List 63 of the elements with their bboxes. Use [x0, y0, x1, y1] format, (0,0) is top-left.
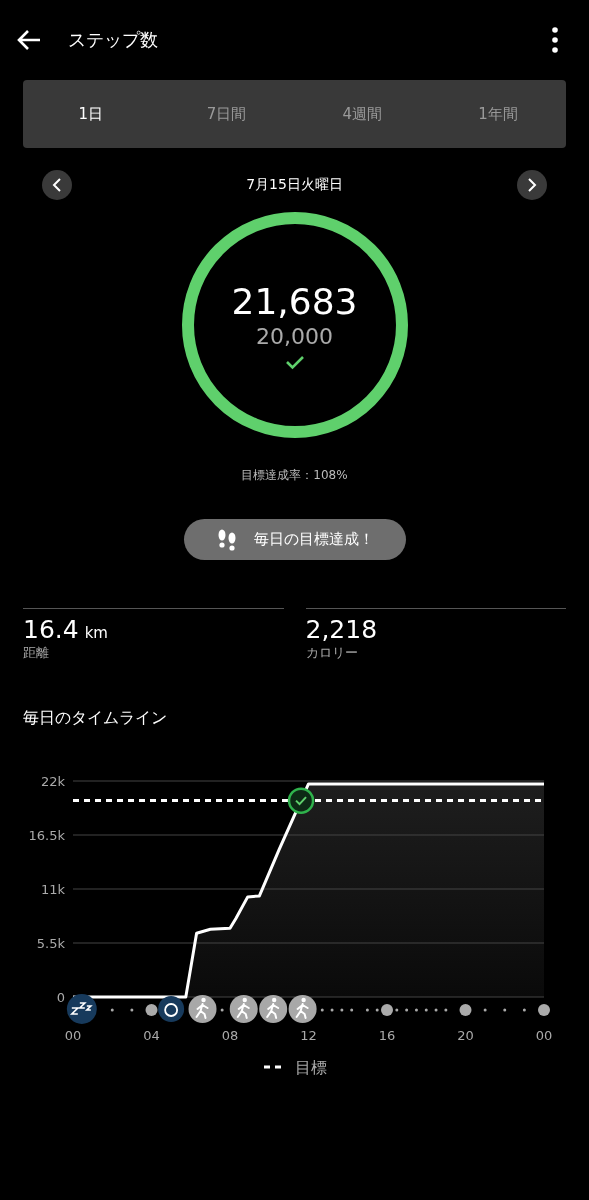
- legend-label: 目標: [295, 1058, 327, 1077]
- x-axis-label: 00: [64, 1028, 82, 1043]
- sleep-icon[interactable]: [66, 994, 97, 1024]
- hour-dot: [350, 1008, 354, 1012]
- chevron-left-icon: [52, 178, 62, 192]
- y-axis-label: 22k: [40, 774, 65, 789]
- period-tab[interactable]: 1日: [23, 80, 159, 148]
- hour-dot: [414, 1008, 418, 1012]
- x-axis-label: 04: [143, 1028, 160, 1043]
- hour-dot: [424, 1008, 428, 1012]
- goal-rate: 目標達成率：108%: [240, 467, 349, 484]
- hour-dot: [483, 1008, 487, 1012]
- period-tab[interactable]: 7日間: [158, 80, 295, 148]
- x-axis-label: 16: [378, 1028, 396, 1043]
- x-axis-label: 08: [221, 1028, 239, 1043]
- goal-check-icon: [287, 787, 315, 814]
- next-day-button[interactable]: [517, 170, 547, 200]
- hour-dot: [130, 1008, 134, 1012]
- menu-icon[interactable]: [551, 27, 559, 53]
- chevron-right-icon: [527, 178, 537, 192]
- hour-dot: [459, 1004, 472, 1016]
- period-tab[interactable]: 4週間: [294, 80, 431, 148]
- hour-dot: [365, 1008, 369, 1012]
- stat-value: 16.4: [23, 615, 79, 644]
- hour-dot: [434, 1008, 438, 1012]
- hour-dot: [145, 1004, 158, 1016]
- hour-dot: [405, 1008, 409, 1012]
- x-axis-label: 12: [300, 1028, 317, 1043]
- y-axis-label: 11k: [40, 882, 65, 897]
- x-axis-label: 20: [457, 1028, 474, 1043]
- hour-dot: [340, 1008, 344, 1012]
- hour-dot: [522, 1008, 526, 1012]
- y-axis-label: 5.5k: [36, 936, 65, 951]
- hour-dot: [110, 1008, 114, 1012]
- hour-dot: [330, 1008, 334, 1012]
- walking-icon[interactable]: [288, 995, 317, 1023]
- hour-dot: [395, 1008, 399, 1012]
- goal-achieved-button[interactable]: 毎日の目標達成！: [183, 519, 406, 560]
- x-axis-label: 00: [535, 1028, 553, 1043]
- hour-dot: [538, 1004, 550, 1016]
- walking-icon[interactable]: [229, 995, 258, 1023]
- screen-title: ステップ数: [68, 28, 159, 52]
- hour-dot: [375, 1008, 379, 1012]
- stat-label: 距離: [23, 644, 49, 662]
- date-label: 7月15日火曜日: [246, 176, 343, 194]
- step-goal: 20,000: [256, 322, 333, 351]
- back-icon[interactable]: [16, 29, 42, 51]
- step-count: 21,683: [231, 280, 358, 323]
- stat-unit: km: [84, 624, 108, 642]
- stat-label: カロリー: [305, 644, 358, 662]
- period-tab[interactable]: 1年間: [430, 80, 566, 148]
- walking-icon[interactable]: [188, 995, 217, 1023]
- walking-icon[interactable]: [259, 995, 288, 1023]
- y-axis-label: 0: [56, 990, 65, 1005]
- stat-value: 2,218: [305, 615, 378, 644]
- hour-dot: [320, 1008, 324, 1012]
- hour-dot: [444, 1008, 448, 1012]
- hour-dot: [381, 1004, 393, 1016]
- section-title: 毎日のタイムライン: [23, 708, 168, 729]
- previous-day-button[interactable]: [42, 170, 72, 200]
- y-axis-label: 16.5k: [28, 828, 65, 843]
- hour-dot: [220, 1008, 224, 1012]
- hour-dot: [503, 1008, 507, 1012]
